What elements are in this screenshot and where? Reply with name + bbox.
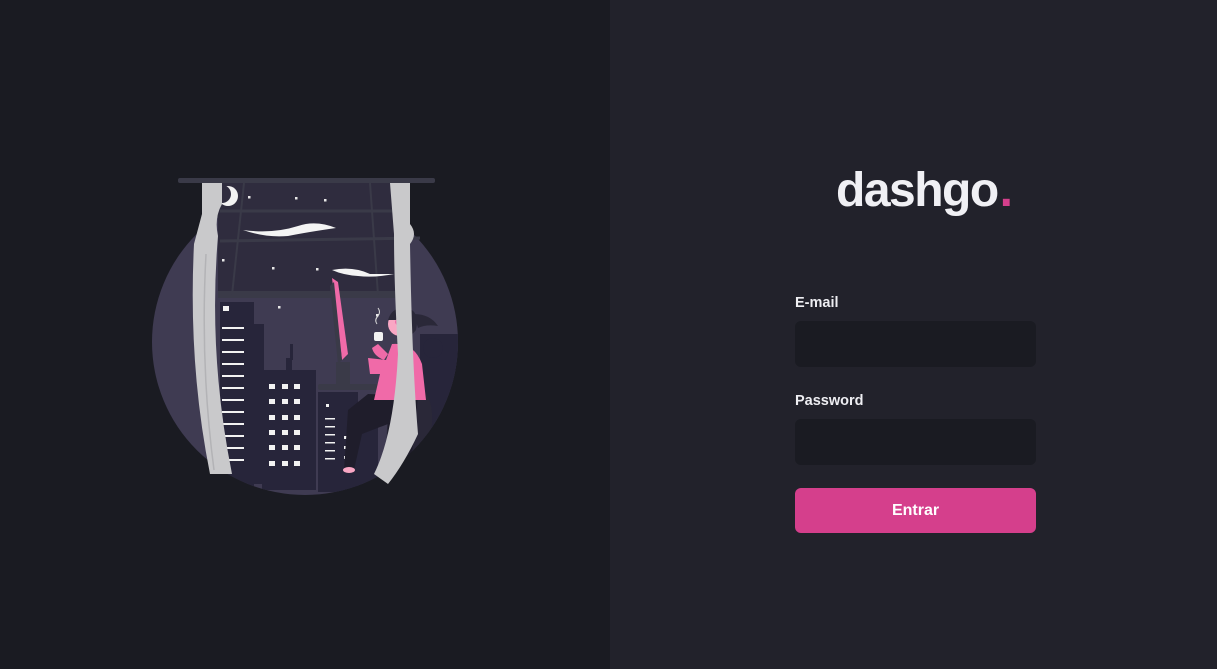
- brand-name: dashgo: [836, 164, 999, 217]
- login-form: E-mail Password Entrar: [795, 293, 1036, 533]
- login-pane: dashgo. E-mail Password Entrar: [610, 0, 1217, 669]
- curtain-rod: [178, 178, 435, 183]
- email-label: E-mail: [795, 295, 839, 311]
- brand-dot: .: [999, 164, 1013, 217]
- field-spacer: [795, 367, 1036, 391]
- window-sill: [218, 291, 398, 298]
- brand-logo: dashgo.: [836, 155, 1013, 217]
- login-submit-button[interactable]: Entrar: [795, 488, 1036, 533]
- night-city-illustration: [152, 178, 458, 495]
- password-field[interactable]: [795, 419, 1036, 465]
- login-page: dashgo. E-mail Password Entrar: [0, 0, 1217, 669]
- coffee-cup: [374, 332, 383, 341]
- password-label: Password: [795, 393, 864, 409]
- illustration-pane: [0, 0, 610, 669]
- email-field[interactable]: [795, 321, 1036, 367]
